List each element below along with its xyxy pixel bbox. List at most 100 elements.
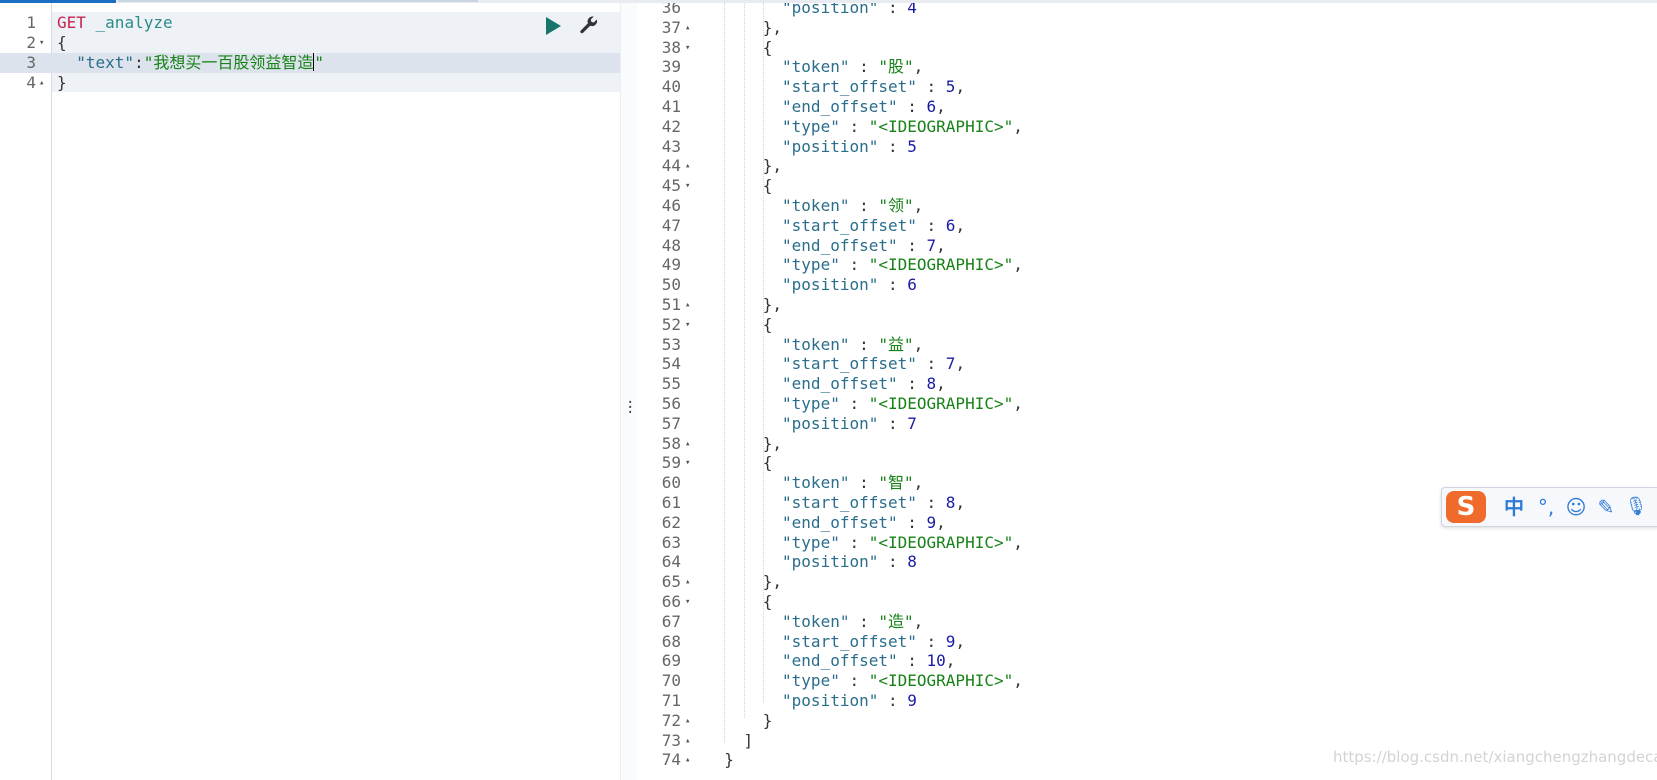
fold-toggle-icon[interactable]: ▾ <box>685 453 695 473</box>
fold-toggle-icon[interactable]: ▴ <box>685 731 695 751</box>
code-token: "position" <box>782 552 879 572</box>
line-number: 68 <box>661 631 681 651</box>
line-number: 41 <box>661 97 681 116</box>
code-text: "token" : "智", <box>782 473 923 493</box>
code-token: "position" <box>782 136 879 156</box>
fold-toggle-icon[interactable]: ▴ <box>685 711 695 731</box>
code-text: "position" : 4 <box>782 3 917 18</box>
code-token: : <box>878 691 908 710</box>
code-text: { <box>763 592 773 612</box>
code-text: "token" : "领", <box>782 196 923 216</box>
code-token: "end_offset" <box>782 651 898 671</box>
play-icon[interactable] <box>546 17 561 35</box>
code-text: { <box>763 453 773 473</box>
fold-toggle-icon[interactable]: ▴ <box>39 73 49 93</box>
fold-toggle-icon[interactable]: ▴ <box>685 572 695 592</box>
code-token: , <box>955 77 966 97</box>
code-token: "token" <box>782 334 850 354</box>
request-gutter <box>0 3 52 780</box>
code-token: , <box>955 215 966 235</box>
fold-toggle-icon[interactable]: ▴ <box>685 156 695 176</box>
code-text: "type" : "<IDEOGRAPHIC>", <box>782 117 1023 137</box>
response-line: 65 ▴}, <box>637 572 1657 592</box>
code-text: "text":"我想买一百股领益智造" <box>57 53 324 73</box>
fold-toggle-icon[interactable]: ▴ <box>685 18 695 38</box>
code-token: : <box>878 275 908 295</box>
fold-toggle-icon[interactable]: ▾ <box>685 315 695 335</box>
line-number: 73 <box>661 730 681 750</box>
response-line: 63 "type" : "<IDEOGRAPHIC>", <box>637 533 1657 553</box>
line-number: 64 <box>661 552 681 572</box>
line-number: 63 <box>661 532 681 552</box>
request-editor[interactable]: 1 GET _analyze 2 ▾{3 "text":"我想买一百股领益智造" 4 ▴} <box>0 3 620 780</box>
line-number: 43 <box>661 136 681 156</box>
code-token: , <box>913 473 924 493</box>
code-token: "end_offset" <box>782 97 898 116</box>
code-token: "<IDEOGRAPHIC>" <box>868 116 1014 136</box>
code-token: { <box>762 592 773 611</box>
line-number: 39 <box>661 57 681 77</box>
line-number: 61 <box>661 493 681 512</box>
pane-resizer[interactable]: · · · <box>620 3 638 780</box>
microphone-icon[interactable]: 🎙 <box>1622 494 1650 520</box>
code-text: }, <box>763 434 782 454</box>
response-line: 64 "position" : 8 <box>637 552 1657 572</box>
chinese-mode-icon[interactable]: 中 <box>1500 494 1528 520</box>
fold-toggle-icon[interactable]: ▾ <box>685 176 695 196</box>
fold-toggle-icon[interactable]: ▾ <box>39 33 49 53</box>
request-line[interactable]: 4 ▴} <box>0 73 620 93</box>
code-token: , <box>955 631 966 651</box>
fold-toggle-icon[interactable]: ▴ <box>685 434 695 454</box>
code-token: , <box>1013 255 1023 275</box>
code-token: "token" <box>782 473 850 493</box>
emoji-icon[interactable]: ☺ <box>1562 494 1590 520</box>
response-line: 70 "type" : "<IDEOGRAPHIC>", <box>637 671 1657 691</box>
response-line: 68 "start_offset" : 9, <box>637 632 1657 652</box>
code-token: : <box>839 116 869 136</box>
line-number: 38 <box>661 37 681 57</box>
code-text: { <box>763 315 773 335</box>
code-token: "start_offset" <box>782 493 917 512</box>
punctuation-icon[interactable]: °, <box>1532 494 1560 520</box>
request-line[interactable]: 1 GET _analyze <box>0 13 620 33</box>
response-line: 59 ▾ { <box>637 453 1657 473</box>
response-editor[interactable]: 36 "position" : 4 37 ▴}, 38 ▾{39 "token" : "股"… <box>637 3 1657 780</box>
code-text: "position" : 6 <box>782 275 917 295</box>
fold-toggle-icon[interactable]: ▾ <box>685 592 695 612</box>
code-token: : <box>849 334 879 354</box>
line-number: 46 <box>661 196 681 215</box>
code-token: "type" <box>782 394 840 413</box>
fold-toggle-icon[interactable]: ▴ <box>685 750 695 770</box>
line-number: 55 <box>661 374 681 394</box>
code-text: "position" : 8 <box>782 552 917 572</box>
code-token: : <box>878 552 908 572</box>
request-line[interactable]: 2 ▾ { <box>0 33 620 53</box>
fold-toggle-icon[interactable]: ▾ <box>685 38 695 58</box>
code-token: , <box>955 493 966 512</box>
request-line[interactable]: 3 "text":"我想买一百股领益智造" <box>0 53 620 73</box>
code-token: 7 <box>926 235 937 255</box>
response-line: 41 "end_offset" : 6, <box>637 97 1657 117</box>
code-text: "position" : 9 <box>782 691 917 711</box>
code-token: : <box>897 235 927 255</box>
response-line: 36 "position" : 4 <box>637 3 1657 18</box>
code-token: "position" <box>782 275 879 295</box>
response-line: 46 "token" : "领", <box>637 196 1657 216</box>
line-number: 71 <box>661 691 681 710</box>
code-token: "token" <box>782 57 850 77</box>
code-token: , <box>913 334 924 354</box>
fold-toggle-icon[interactable]: ▴ <box>685 295 695 315</box>
code-token: "type" <box>782 671 840 691</box>
code-text: }, <box>763 156 782 176</box>
code-token: , <box>1013 532 1023 552</box>
sogou-logo-icon[interactable]: S <box>1446 491 1486 523</box>
code-token: "智" <box>878 473 914 493</box>
pen-icon[interactable]: ✎ <box>1592 494 1620 520</box>
response-line: 51 ▴}, <box>637 295 1657 315</box>
code-token: { <box>762 314 773 334</box>
wrench-icon[interactable] <box>578 14 600 36</box>
code-text: { <box>57 33 67 53</box>
response-line: 72 ▴} <box>637 711 1657 731</box>
line-number: 45 <box>661 176 681 196</box>
code-token: "end_offset" <box>782 235 898 255</box>
